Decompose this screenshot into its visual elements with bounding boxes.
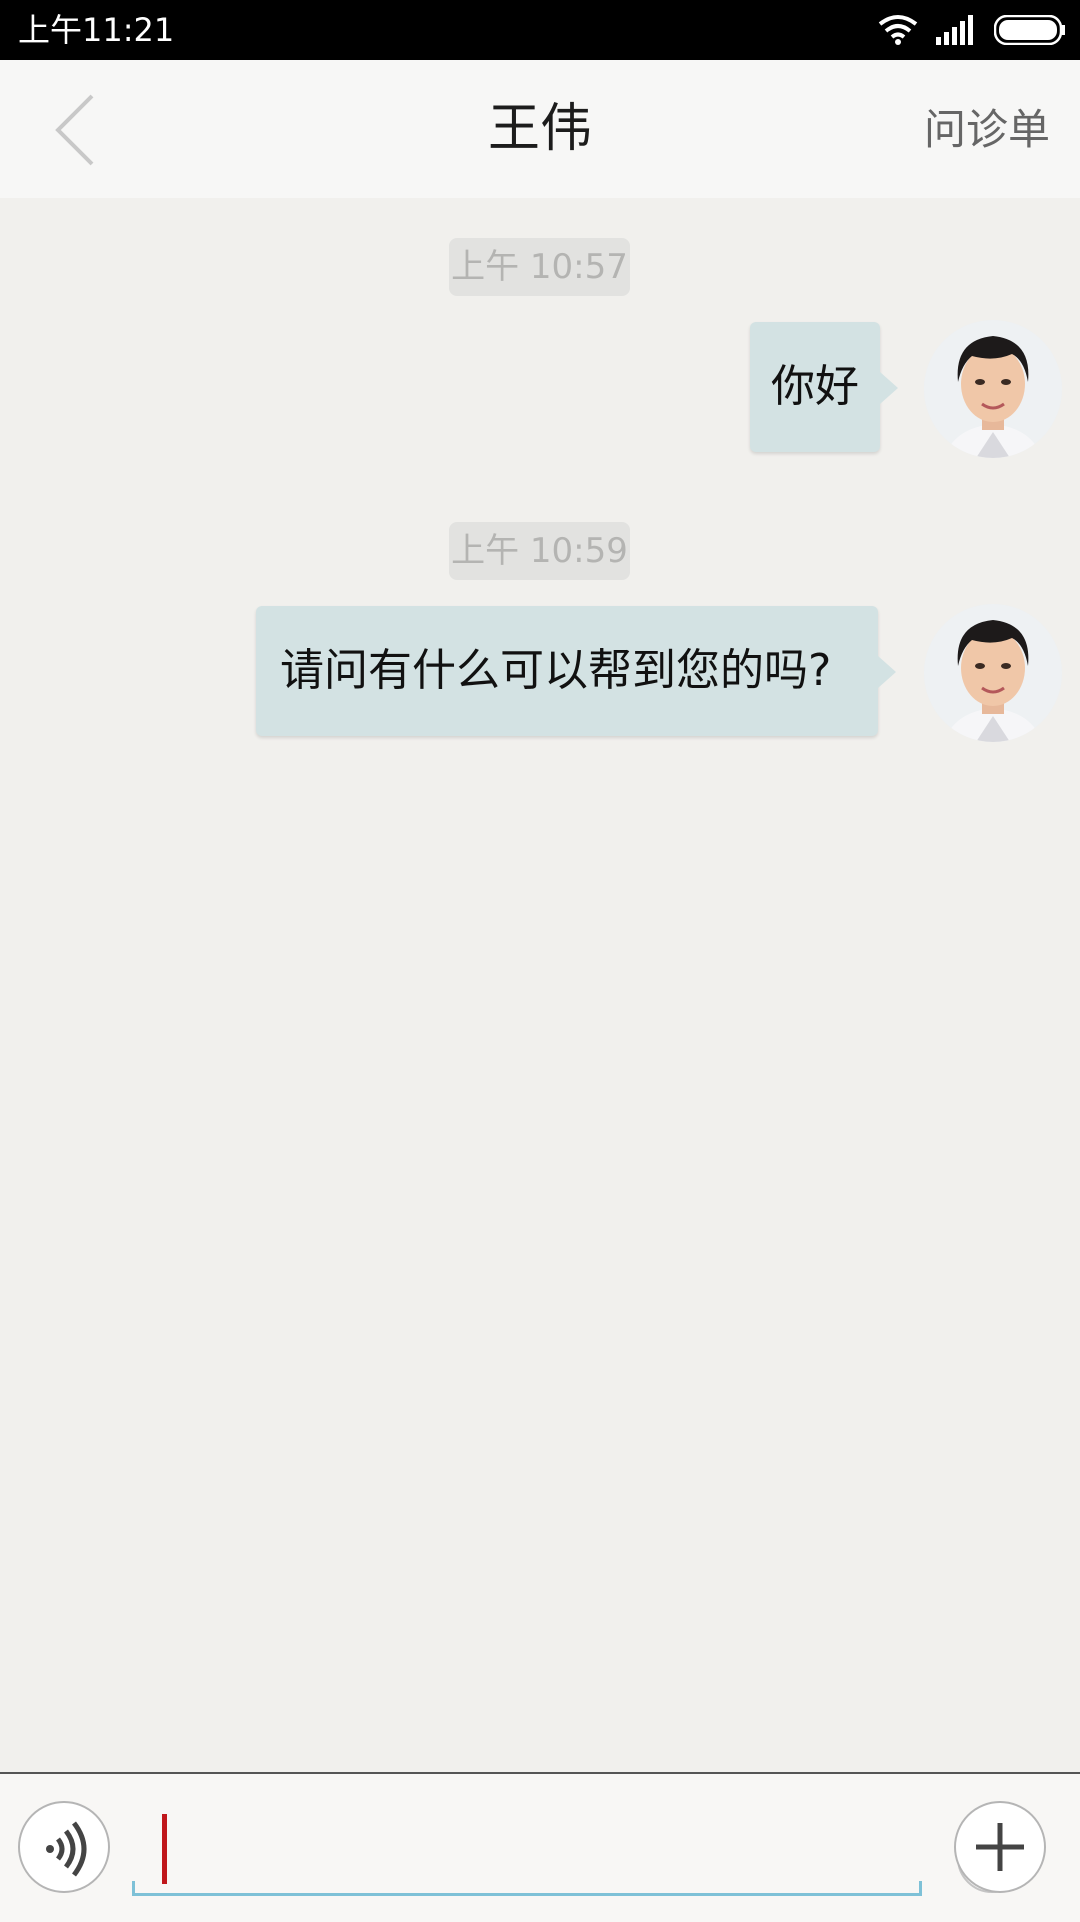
consultation-form-link[interactable]: 问诊单 [924,102,1050,158]
status-time: 上午11:21 [18,11,175,49]
message-list[interactable]: 上午 10:57 你好 上午 10:59 请问有什么可以帮到您的吗? [0,198,1080,1772]
plus-icon [976,1823,1024,1871]
voice-icon [46,1821,87,1877]
message-timestamp: 上午 10:57 [449,238,630,296]
wifi-icon [878,15,918,45]
status-icons [878,10,1066,50]
message-timestamp: 上午 10:59 [449,522,630,580]
voice-input-button[interactable] [18,1801,110,1893]
more-options-button[interactable] [954,1801,1046,1893]
status-bar: 上午11:21 [0,0,1080,60]
message-bubble[interactable]: 请问有什么可以帮到您的吗? [256,606,896,736]
message-input[interactable] [132,1792,1027,1896]
doctor-avatar-image [924,320,1062,458]
input-bar [0,1772,1080,1922]
message-bubble[interactable]: 你好 [750,322,898,452]
text-cursor [162,1814,167,1884]
avatar[interactable] [924,320,1062,458]
avatar[interactable] [924,604,1062,742]
battery-icon [994,15,1065,45]
doctor-avatar-image [924,604,1062,742]
signal-icon [936,15,973,45]
page-title: 王伟 [487,99,592,159]
chat-header: 王伟 问诊单 [0,60,1080,198]
